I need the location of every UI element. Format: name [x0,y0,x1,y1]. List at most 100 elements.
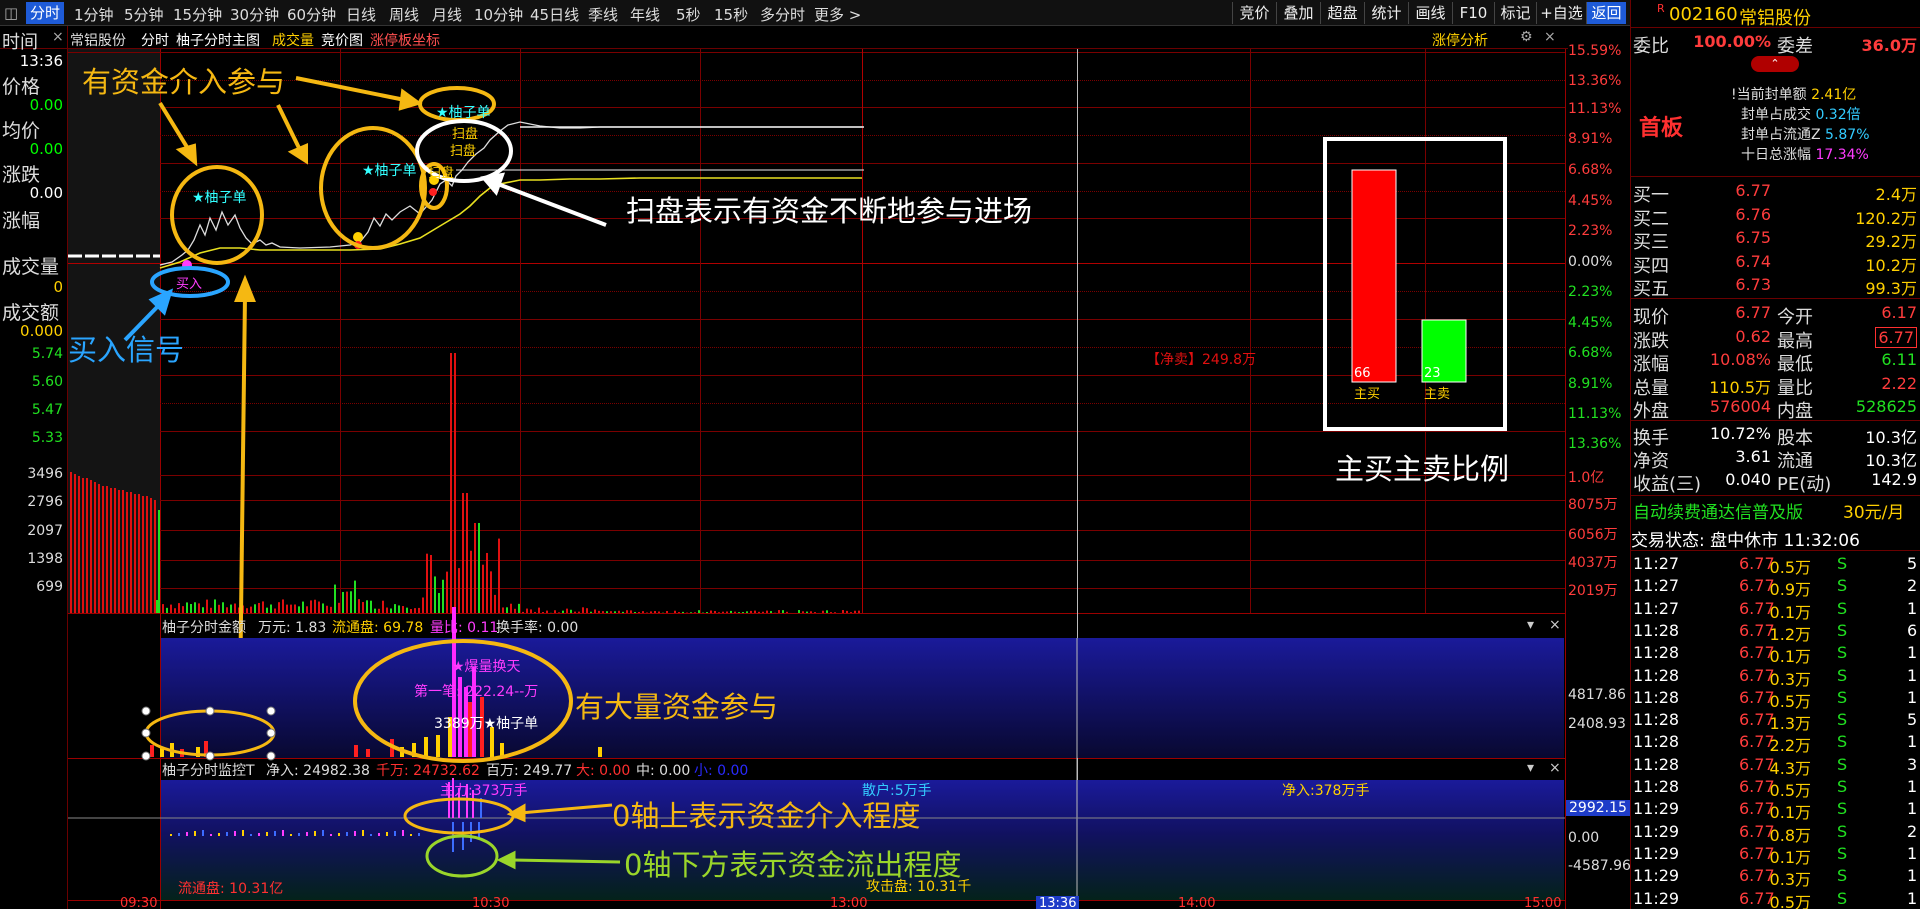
board-label: 首板 [1639,116,1684,141]
tick-row: 11:27 6.77 0.9万 S 2 [1631,576,1920,600]
tick-volume: 0.3万 [1769,870,1811,890]
volume-bar [278,602,280,613]
flow-bar [306,832,308,836]
tick-volume: 0.5万 [1769,781,1811,800]
promo-price[interactable]: 30元/月 [1843,498,1904,523]
flow-bar [250,834,252,836]
tick-row: 11:27 6.77 0.5万 S 5 [1631,554,1920,577]
volume-bar [274,608,276,613]
sub2-tick: -4587.96 [1568,858,1631,874]
tick-count: 1 [1907,843,1918,863]
close-icon[interactable]: × [1549,617,1561,633]
tick-side: S [1837,866,1848,886]
tick-side: S [1837,843,1848,863]
collapse-toggle[interactable]: ⌃ [1751,56,1799,72]
annotation-buy-signal: 买入信号 [68,333,185,367]
tick-side: S [1837,554,1848,573]
marker-dot [353,232,363,242]
volume-bar [674,610,676,613]
volume-bar [526,608,528,613]
volume-bar [798,610,800,613]
main-buy-label: 主买 [1354,387,1381,402]
volume-bar [450,353,452,613]
amount-youzi-label: 3389万★柚子单 [434,716,539,732]
seal-value: 0.32倍 [1815,107,1861,123]
youzi-label-2: ★柚子单 [362,163,417,179]
book-price: 6.73 [1735,275,1771,294]
flow-bar [330,834,332,836]
volume-bar [730,610,732,613]
sub2-qian: 千万: 24732.62 [376,763,480,779]
stock-title: R 002160 常铝股份 [1631,0,1920,29]
time-cursor: 13:36 [1036,896,1080,909]
volume-bar [682,611,684,613]
main-sell-value: 23 [1424,366,1441,381]
volume-bar [482,564,484,613]
dropdown-icon[interactable]: ▾ [1527,617,1534,633]
sub1-title[interactable]: 柚子分时金额 [162,617,246,637]
divider [1631,550,1920,551]
time-tick: 13:00 [830,896,868,909]
stat-value: 6.77 [1735,303,1771,322]
volume-bar [618,610,620,613]
volume-bar [446,571,448,613]
volume-bar [762,611,764,613]
promo-text[interactable]: 自动续费通达信普及版 [1633,498,1803,523]
axis-pct: 6.68% [1568,345,1613,361]
axis-pct: 2.23% [1568,284,1613,300]
volume-bar [814,612,816,613]
tick-count: 5 [1907,710,1918,730]
close-icon[interactable]: × [1549,760,1561,776]
volume-bar [734,611,736,613]
volume-bar [630,610,632,613]
marker-dot [429,188,437,196]
stat-label: 最高 [1777,330,1813,352]
tick-row: 11:29 6.77 0.8万 S 2 [1631,822,1920,845]
tick-row: 11:28 6.77 1.2万 S 6 [1631,621,1920,644]
tick-side: S [1837,687,1848,707]
order-book-row[interactable]: 买二 6.76 120.2万 [1631,205,1920,230]
volume-bar [786,611,788,613]
sub2-title[interactable]: 柚子分时监控T [162,760,255,780]
annotation-arrow-white [480,172,607,227]
annotation-capital-in: 有资金介入参与 [82,65,286,99]
stat-value: 3.61 [1735,447,1771,466]
order-book-row[interactable]: 买三 6.75 29.2万 [1631,228,1920,253]
volume-bars [162,353,860,613]
order-book-row[interactable]: 买一 6.77 2.4万 [1631,181,1920,206]
weibi-row: 委比 100.00% 委差 36.0万 [1631,32,1920,57]
tick-count: 1 [1907,665,1918,685]
tick-volume: 0.3万 [1769,669,1811,689]
flow-bar [194,831,196,836]
time-tick: 14:00 [1178,896,1216,909]
tick-time: 11:29 [1633,799,1680,819]
volume-bar [170,604,172,613]
dropdown-icon[interactable]: ▾ [1527,760,1534,776]
sub1-tick: 2408.93 [1568,716,1626,732]
stat-value: 576004 [1709,397,1771,416]
order-book-row[interactable]: 买五 6.73 99.3万 [1631,275,1920,300]
promo-row[interactable]: 自动续费通达信普及版 30元/月 [1631,498,1920,523]
volume-bar [474,523,476,613]
tick-volume: 1.3万 [1769,714,1811,734]
sub1-tick: 4817.86 [1568,687,1626,703]
back-button[interactable]: 返回 [1586,2,1626,24]
flow-bar [314,831,316,836]
stat-value: 10.72% [1709,424,1771,443]
seal-info: !当前封单额 2.41亿 封单占成交 0.32倍 封单占流通Z 5.87% 十日… [1731,84,1920,164]
tick-volume: 0.9万 [1769,580,1811,600]
tick-row: 11:29 6.77 0.3万 S 1 [1631,866,1920,890]
volume-bar [350,591,352,613]
order-book-row[interactable]: 买四 6.74 10.2万 [1631,252,1920,277]
sub2-header: 柚子分时监控T 净入: 24982.38 千万: 24732.62 百万: 24… [160,758,1565,780]
flow-bar [170,834,172,836]
flow-bar [394,831,396,836]
auction-green-bar [158,510,160,613]
volume-bar [650,611,652,613]
volume-bar [622,611,624,613]
volume-bar [298,606,300,613]
volume-bar [658,611,660,613]
volume-bar [250,606,252,613]
volume-bar [382,600,384,613]
book-level: 买一 [1633,185,1669,206]
